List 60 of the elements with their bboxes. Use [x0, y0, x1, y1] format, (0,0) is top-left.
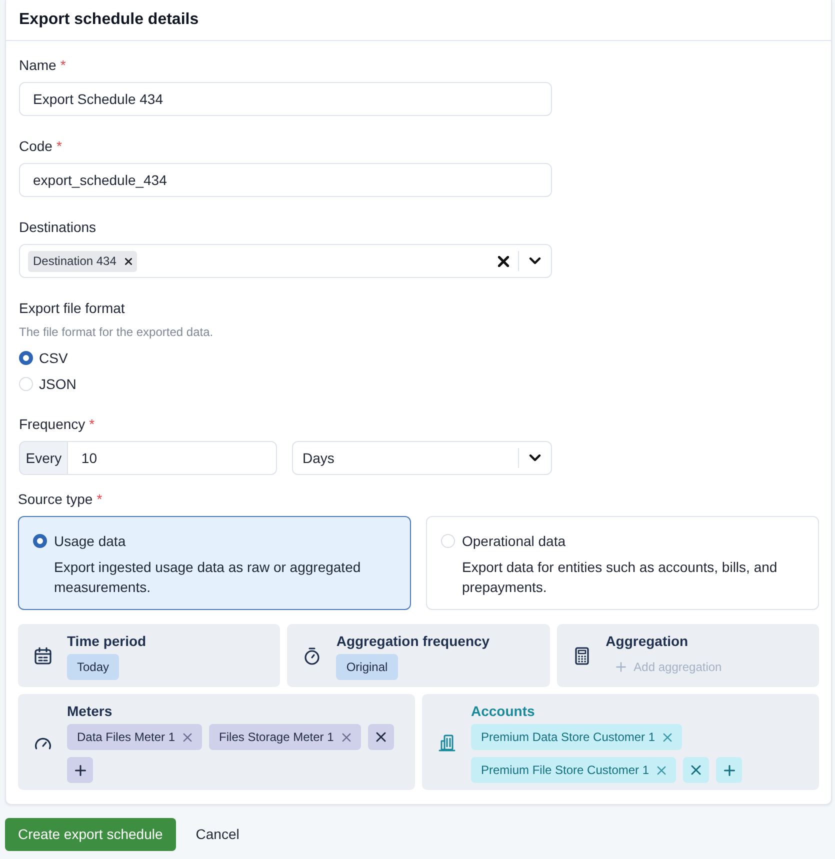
required-mark: * — [60, 56, 66, 75]
field-label: Frequency — [19, 415, 86, 434]
option-title: Usage data — [54, 532, 127, 551]
field-label: Destinations — [19, 218, 96, 237]
required-mark: * — [89, 415, 95, 434]
field-label: Source type — [18, 490, 93, 509]
panel-title: Time period — [67, 632, 148, 650]
field-label: Export file format — [19, 299, 125, 318]
unit-select[interactable]: Days — [292, 441, 552, 475]
value-chip[interactable]: Original — [336, 654, 398, 680]
panel-title: Meters — [67, 702, 114, 720]
add-button[interactable] — [716, 757, 742, 783]
panel-title: Accounts — [471, 702, 536, 720]
plus-icon — [724, 764, 735, 776]
close-icon — [498, 256, 508, 266]
close-icon — [376, 732, 386, 742]
clear-button[interactable] — [496, 254, 510, 268]
field-label: Code — [19, 137, 52, 156]
item-chip[interactable]: Files Storage Meter 1 — [209, 724, 361, 750]
setting-panel[interactable]: Aggregation frequency Original — [287, 624, 550, 687]
value-chip[interactable]: Today — [67, 654, 120, 680]
number-input[interactable]: 10 — [67, 441, 278, 475]
option-card[interactable]: Operational data Export data for entities such as accounts, bills, and prepayments. — [426, 516, 819, 610]
setting-panel[interactable]: Accounts Premium Data Store Customer 1 Premium File Store Customer 1 — [422, 694, 819, 790]
option-description: Export data for entities such as accounts, bills, and prepayments. — [462, 558, 778, 597]
chevron-down-icon[interactable] — [529, 454, 541, 462]
clear-all-button[interactable] — [368, 724, 394, 750]
radio-button[interactable] — [19, 351, 33, 365]
selected-tag[interactable]: Destination 434 — [28, 250, 138, 272]
multi-select[interactable]: Destination 434 — [19, 244, 552, 278]
required-mark: * — [56, 137, 62, 156]
plus-icon — [74, 764, 86, 776]
help-text: The file format for the exported data. — [19, 324, 214, 341]
radio-button[interactable] — [33, 534, 47, 548]
cancel-button[interactable]: Cancel — [184, 818, 252, 851]
add-button[interactable] — [67, 757, 93, 783]
input-prefix: Every — [19, 441, 68, 475]
option-title: Operational data — [462, 532, 567, 551]
close-icon[interactable] — [125, 258, 132, 264]
setting-panel[interactable]: Meters Data Files Meter 1 Files Storage Meter 1 — [18, 694, 415, 790]
text-input[interactable]: Export Schedule 434 — [19, 82, 552, 116]
item-chip[interactable]: Data Files Meter 1 — [67, 724, 202, 750]
item-chip[interactable]: Premium Data Store Customer 1 — [471, 724, 682, 750]
field-label: Name — [19, 56, 56, 75]
option-card[interactable]: Usage data Export ingested usage data as raw or aggregated measurements. — [18, 516, 411, 610]
panel-title: Aggregation frequency — [336, 632, 491, 650]
text-input[interactable]: export_schedule_434 — [19, 163, 552, 197]
radio-label[interactable]: CSV — [39, 348, 68, 368]
required-mark: * — [96, 490, 102, 509]
chevron-down-icon[interactable] — [529, 257, 541, 265]
setting-panel[interactable]: Time period Today — [18, 624, 280, 687]
plus-icon — [616, 662, 626, 672]
create-button[interactable]: Create export schedule — [5, 818, 176, 851]
section-title: Export schedule details — [19, 10, 199, 30]
option-description: Export ingested usage data as raw or aggregated measurements. — [54, 558, 362, 597]
radio-label[interactable]: JSON — [39, 374, 76, 394]
panel-title: Aggregation — [606, 632, 690, 650]
close-icon — [691, 765, 702, 775]
item-chip[interactable]: Premium File Store Customer 1 — [471, 757, 676, 783]
setting-panel[interactable]: Aggregation Add aggregation — [556, 624, 819, 687]
